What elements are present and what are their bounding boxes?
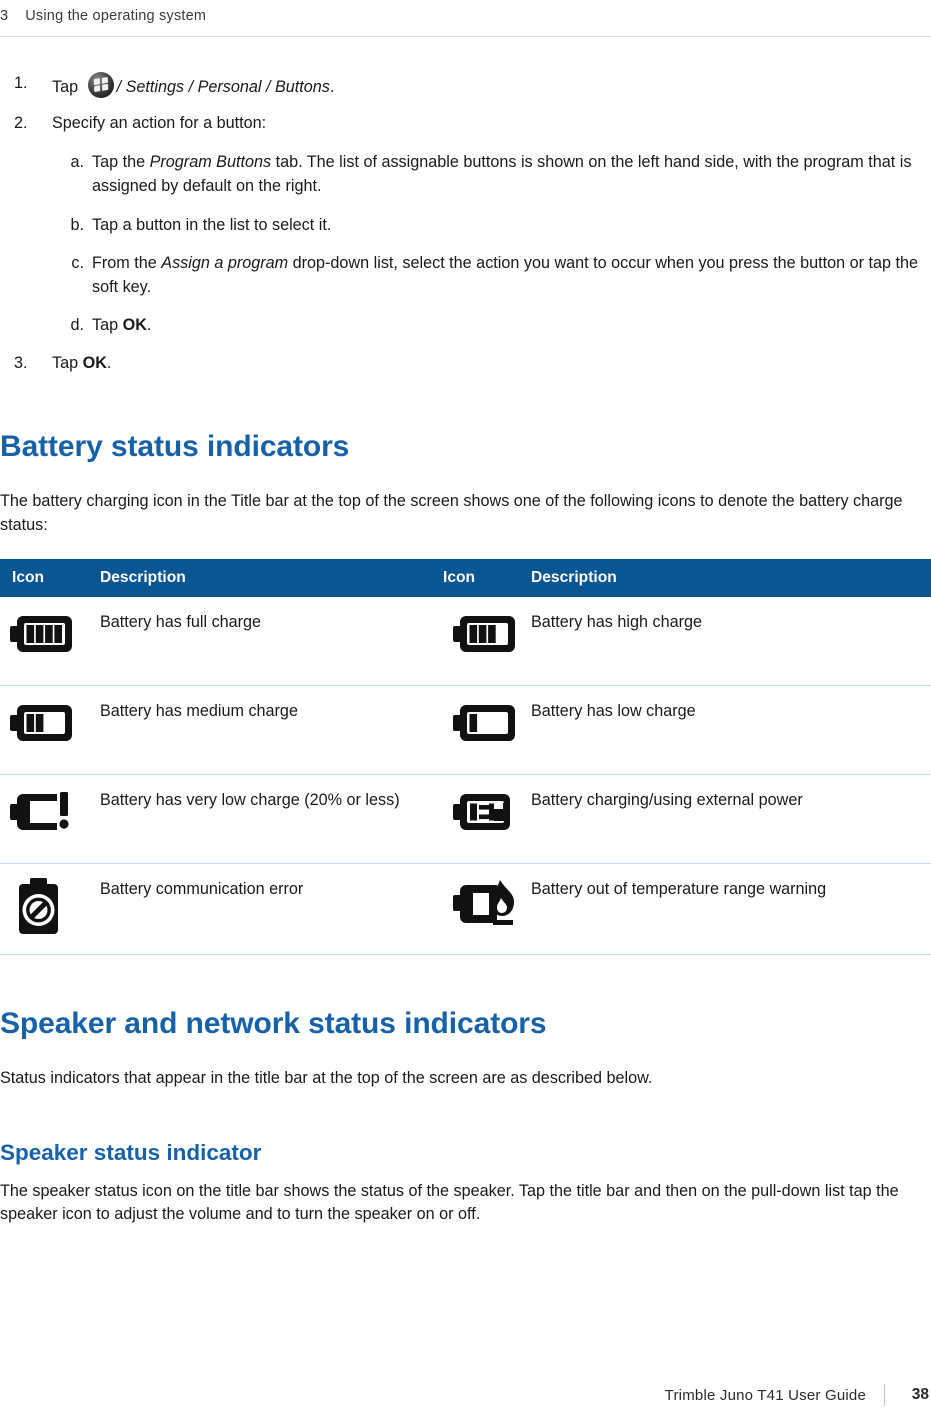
battery-low-icon <box>453 704 515 741</box>
battery-temperature-warning-desc: Battery out of temperature range warning <box>531 863 931 955</box>
footer-page-number: 38 <box>911 1386 929 1403</box>
battery-charging-desc: Battery charging/using external power <box>531 774 931 864</box>
step-1-marker: 1. <box>14 74 28 92</box>
battery-temperature-warning-icon <box>453 879 514 925</box>
step-1: 1. Tap / Settings / Personal / Buttons. <box>0 72 931 100</box>
battery-section-heading: Battery status indicators <box>0 429 350 463</box>
battery-charging-icon <box>453 793 510 830</box>
battery-table-header-row: Icon Description Icon Description <box>0 558 931 597</box>
substep-c-marker: c. <box>71 253 84 272</box>
speaker-status-body: The speaker status icon on the title bar… <box>0 1181 899 1223</box>
substep-c-emphasis: Assign a program <box>161 253 289 272</box>
battery-icon-table: Icon Description Icon Description Batter… <box>0 558 931 955</box>
substep-a-pre: Tap the <box>92 152 150 171</box>
table-row: Battery communication error Battery out … <box>0 863 931 955</box>
step-3-post: . <box>106 353 112 372</box>
substep-list: a. Tap the Program Buttons tab. The list… <box>52 150 931 338</box>
speaker-status-subheading: Speaker status indicator <box>0 1139 262 1165</box>
table-row: Battery has very low charge (20% or less… <box>0 774 931 864</box>
battery-table-head: Icon Description Icon Description <box>0 558 931 597</box>
substep-b-marker: b. <box>70 215 84 234</box>
step-2-text: Specify an action for a button: <box>52 113 267 132</box>
battery-medium-icon <box>10 704 72 741</box>
chapter-number: 3 <box>0 8 9 24</box>
battery-comm-error-desc: Battery communication error <box>100 863 443 955</box>
running-header: 3 Using the operating system <box>0 8 931 24</box>
step-2: 2. Specify an action for a button: a. Ta… <box>0 112 931 338</box>
battery-full-desc: Battery has full charge <box>100 596 443 686</box>
battery-low-desc: Battery has low charge <box>531 685 931 775</box>
step-3: 3. Tap OK. <box>0 352 931 376</box>
step-3-ok-label: OK <box>82 353 107 372</box>
battery-temperature-warning-icon-cell <box>443 863 531 955</box>
battery-charging-icon-cell <box>443 774 531 864</box>
step-1-path: / Settings / Personal / Buttons <box>116 78 330 96</box>
step-1-prefix: Tap <box>52 78 83 96</box>
substep-d-pre: Tap <box>92 316 123 335</box>
speaker-section-heading: Speaker and network status indicators <box>0 1006 547 1040</box>
battery-very-low-icon <box>10 791 69 830</box>
substep-a-marker: a. <box>70 152 84 171</box>
col-header-icon-2: Icon <box>443 558 531 597</box>
footer-divider <box>884 1384 885 1406</box>
substep-d-ok-label: OK <box>122 316 147 335</box>
col-header-description-2: Description <box>531 558 931 597</box>
substep-d-marker: d. <box>70 316 84 335</box>
step-3-marker: 3. <box>14 353 28 372</box>
document-page: 3 Using the operating system 1. Tap / Se… <box>0 0 931 1428</box>
procedure-list: 1. Tap / Settings / Personal / Buttons. … <box>0 72 931 376</box>
col-header-description-1: Description <box>100 558 443 597</box>
battery-full-icon <box>10 615 72 652</box>
battery-section-intro: The battery charging icon in the Title b… <box>0 492 903 534</box>
battery-full-icon-cell <box>0 596 100 686</box>
battery-low-icon-cell <box>443 685 531 775</box>
windows-start-orb-icon[interactable] <box>87 72 114 98</box>
battery-comm-error-icon-cell <box>0 863 100 955</box>
table-row: Battery has full charge Battery has high… <box>0 596 931 686</box>
battery-medium-desc: Battery has medium charge <box>100 685 443 775</box>
substep-c: c. From the Assign a program drop-down l… <box>52 251 931 300</box>
battery-high-desc: Battery has high charge <box>531 596 931 686</box>
col-header-icon-1: Icon <box>0 558 100 597</box>
battery-very-low-desc: Battery has very low charge (20% or less… <box>100 774 443 864</box>
footer-guide-title: Trimble Juno T41 User Guide <box>664 1386 866 1404</box>
step-1-suffix: . <box>329 78 335 96</box>
speaker-section-intro: Status indicators that appear in the tit… <box>0 1069 653 1088</box>
table-row: Battery has medium charge Battery has lo… <box>0 685 931 775</box>
chapter-title: Using the operating system <box>25 8 207 24</box>
substep-b-pre: Tap a button in the list to select it. <box>92 215 332 234</box>
header-rule <box>0 36 931 37</box>
substep-a: a. Tap the Program Buttons tab. The list… <box>52 150 931 199</box>
battery-medium-icon-cell <box>0 685 100 775</box>
substep-b: b. Tap a button in the list to select it… <box>52 213 931 237</box>
step-3-pre: Tap <box>52 353 83 372</box>
substep-d-post: . <box>146 316 152 335</box>
battery-high-icon <box>453 615 515 652</box>
windows-flag-glyph <box>93 76 108 93</box>
battery-very-low-icon-cell <box>0 774 100 864</box>
substep-d: d. Tap OK. <box>52 313 931 337</box>
substep-c-pre: From the <box>92 253 162 272</box>
substep-a-emphasis: Program Buttons <box>149 152 272 171</box>
battery-comm-error-icon <box>19 877 58 934</box>
page-content: 1. Tap / Settings / Personal / Buttons. … <box>0 72 931 1226</box>
battery-table-body: Battery has full charge Battery has high… <box>0 596 931 955</box>
page-footer: Trimble Juno T41 User Guide 38 <box>0 1384 931 1406</box>
battery-high-icon-cell <box>443 596 531 686</box>
step-2-marker: 2. <box>14 113 28 132</box>
